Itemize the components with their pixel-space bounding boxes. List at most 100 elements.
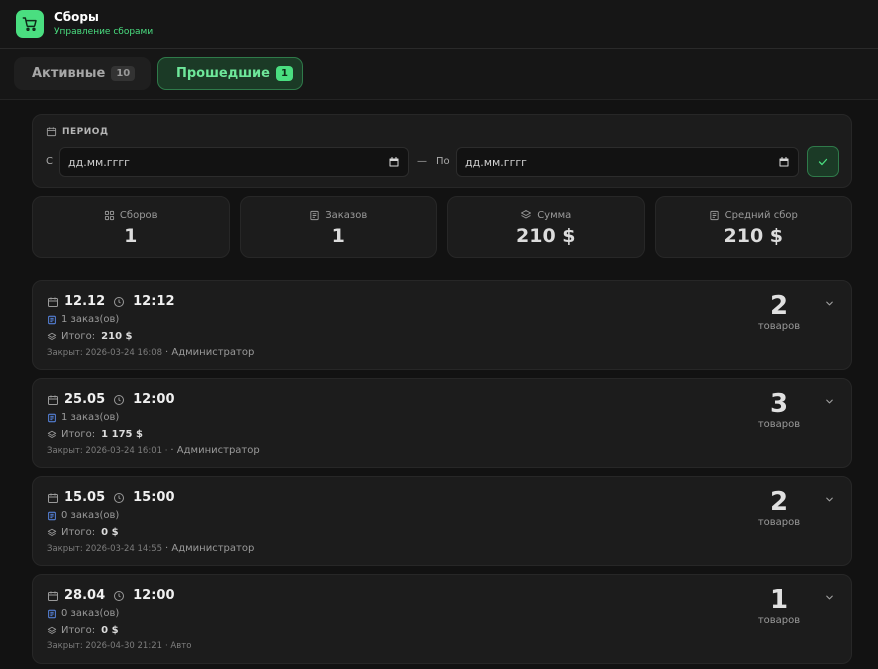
date-to-placeholder: дд.мм.гггг — [465, 155, 527, 169]
orders-count: 0 заказ(ов) — [61, 608, 120, 619]
apply-filter-button[interactable] — [807, 146, 839, 177]
chevron-down-icon[interactable] — [824, 494, 835, 505]
date-from-input[interactable]: дд.мм.гггг — [59, 147, 409, 177]
layers-icon — [47, 430, 57, 438]
calendar-icon — [46, 127, 57, 137]
app-header: Сборы Управление сборами — [0, 0, 878, 49]
closed-info: Закрыт: 2026-04-30 21:21 — [47, 641, 163, 651]
total-label: Итого: — [61, 331, 96, 342]
collection-time: 12:00 — [133, 588, 175, 603]
layers-icon — [47, 528, 57, 536]
clock-icon — [114, 492, 125, 503]
stats-row: Сборов 1 Заказов 1 Сумма 210 $ Средний с… — [32, 196, 852, 258]
items-count: 1 товаров — [749, 585, 809, 627]
total-value: 0 $ — [101, 527, 119, 538]
collection-date: 12.12 — [64, 294, 106, 309]
closed-by: · Авто — [165, 641, 192, 651]
collection-date: 15.05 — [64, 490, 106, 505]
tab-count-badge: 10 — [111, 66, 136, 81]
clock-icon — [114, 590, 125, 601]
stat-card-sum: Сумма 210 $ — [447, 196, 645, 258]
calendar-icon — [48, 493, 58, 503]
collection-date: 25.05 — [64, 392, 106, 407]
check-icon — [818, 158, 828, 165]
date-to-input[interactable]: дд.мм.гггг — [456, 147, 799, 177]
stat-label: Средний сбор — [724, 209, 798, 221]
calendar-icon — [48, 591, 58, 601]
collection-card[interactable]: 28.04 12:00 0 заказ(ов) Итого: 0 $ Закры… — [32, 574, 852, 664]
collection-time: 12:12 — [133, 294, 175, 309]
clock-icon — [114, 296, 125, 307]
stat-label: Заказов — [325, 209, 368, 221]
from-label: С — [46, 156, 53, 167]
stat-card-collections: Сборов 1 — [32, 196, 230, 258]
chevron-down-icon[interactable] — [824, 298, 835, 309]
tab-past[interactable]: Прошедшие 1 — [157, 57, 303, 90]
calendar-icon[interactable] — [388, 156, 400, 168]
orders-count: 1 заказ(ов) — [61, 412, 120, 423]
items-count: 3 товаров — [749, 389, 809, 431]
layers-icon — [521, 210, 532, 219]
to-label: По — [436, 156, 450, 167]
chevron-down-icon[interactable] — [824, 396, 835, 407]
stat-card-orders: Заказов 1 — [239, 196, 437, 258]
period-filter: ПЕРИОД С дд.мм.гггг — По дд.мм.гггг — [32, 114, 852, 188]
items-count-value: 2 — [769, 291, 789, 321]
total-value: 210 $ — [101, 331, 133, 342]
range-separator: — — [417, 156, 427, 167]
stat-value: 1 — [124, 225, 138, 247]
collection-date: 28.04 — [64, 588, 106, 603]
collection-card[interactable]: 15.05 15:00 0 заказ(ов) Итого: 0 $ Закры… — [32, 476, 852, 566]
receipt-icon — [48, 511, 56, 520]
period-label: ПЕРИОД — [62, 126, 109, 137]
date-from-placeholder: дд.мм.гггг — [68, 155, 130, 169]
collection-time: 12:00 — [133, 392, 175, 407]
total-value: 0 $ — [101, 625, 119, 636]
items-count: 2 товаров — [749, 291, 809, 333]
tab-active[interactable]: Активные 10 — [14, 57, 151, 90]
collection-time: 15:00 — [133, 490, 175, 505]
closed-info: Закрыт: 2026-03-24 16:01 · — [47, 445, 168, 456]
tab-label: Активные — [32, 66, 106, 81]
calendar-icon[interactable] — [778, 156, 790, 168]
closed-by: · Администратор — [165, 543, 255, 554]
app-subtitle: Управление сборами — [54, 27, 154, 37]
items-count-value: 2 — [769, 487, 789, 517]
closed-info: Закрыт: 2026-03-24 14:55 — [47, 543, 163, 554]
chevron-down-icon[interactable] — [824, 592, 835, 603]
items-count-value: 3 — [769, 389, 789, 419]
grid-icon — [104, 210, 115, 220]
total-label: Итого: — [61, 527, 96, 538]
items-count-value: 1 — [769, 585, 789, 615]
tab-count-badge: 1 — [275, 66, 293, 81]
receipt-icon — [48, 315, 56, 324]
tab-label: Прошедшие — [176, 66, 270, 81]
collections-list: 12.12 12:12 1 заказ(ов) Итого: 210 $ Зак… — [32, 280, 852, 669]
closed-info: Закрыт: 2026-03-24 16:08 — [47, 347, 163, 358]
items-count: 2 товаров — [749, 487, 809, 529]
items-count-unit: товаров — [757, 321, 801, 332]
app-title: Сборы — [54, 10, 99, 24]
items-count-unit: товаров — [757, 419, 801, 430]
receipt-icon — [48, 413, 56, 422]
items-count-unit: товаров — [757, 517, 801, 528]
stat-card-average: Средний сбор 210 $ — [654, 196, 852, 258]
items-count-unit: товаров — [757, 615, 801, 626]
collection-card[interactable]: 12.12 12:12 1 заказ(ов) Итого: 210 $ Зак… — [32, 280, 852, 370]
collection-card[interactable]: 25.05 12:00 1 заказ(ов) Итого: 1 175 $ З… — [32, 378, 852, 468]
calendar-icon — [48, 395, 58, 405]
stat-value: 1 — [331, 225, 345, 247]
stat-value: 210 $ — [516, 225, 576, 247]
layers-icon — [47, 626, 57, 634]
orders-count: 1 заказ(ов) — [61, 314, 120, 325]
stat-label: Сумма — [537, 209, 572, 221]
orders-count: 0 заказ(ов) — [61, 510, 120, 521]
calendar-icon — [48, 297, 58, 307]
cart-icon — [16, 10, 44, 38]
receipt-icon — [48, 609, 56, 618]
closed-by: · Администратор — [170, 445, 260, 456]
total-value: 1 175 $ — [101, 429, 143, 440]
document-icon — [710, 210, 719, 220]
period-heading: ПЕРИОД — [46, 126, 108, 137]
total-label: Итого: — [61, 625, 96, 636]
